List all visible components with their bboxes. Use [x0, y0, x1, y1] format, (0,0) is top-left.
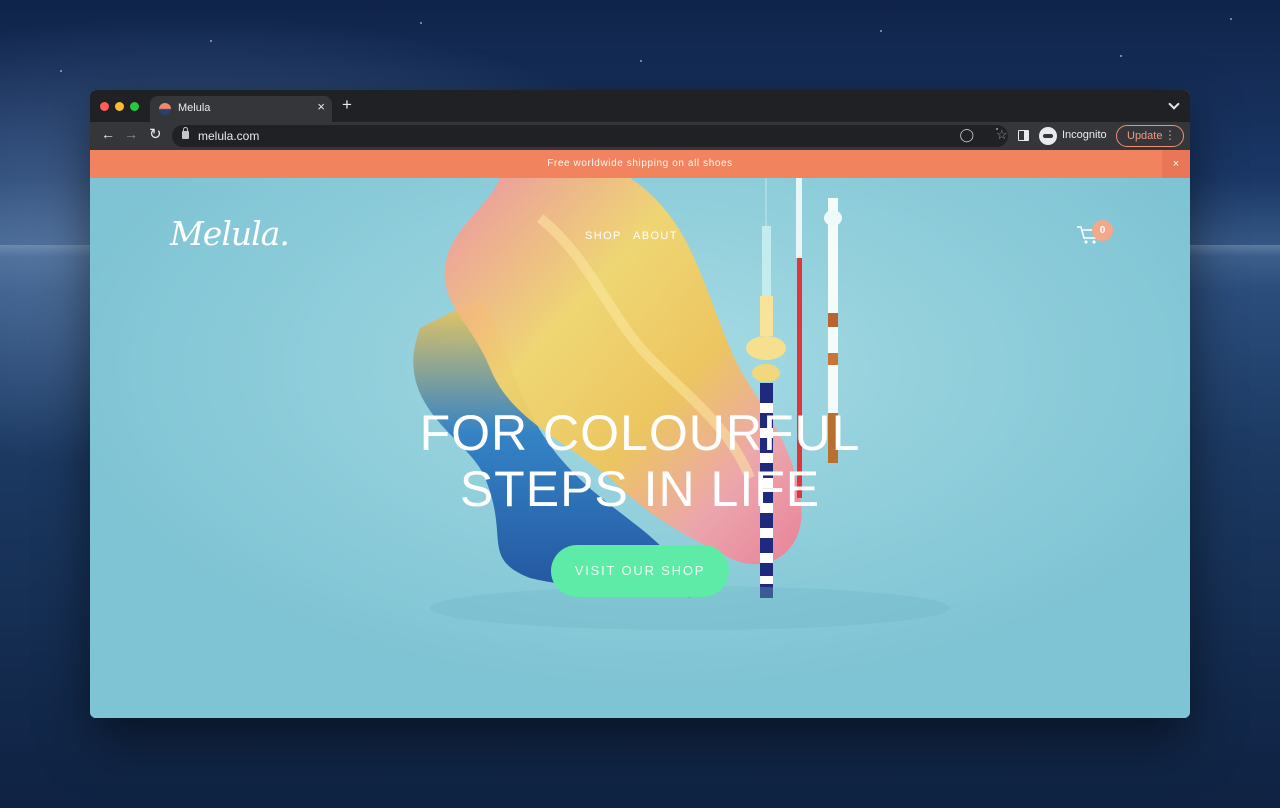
eye-off-icon[interactable]: ◯ — [959, 128, 974, 141]
zoom-window-button[interactable] — [130, 102, 139, 111]
reload-button[interactable]: ↻ — [149, 127, 162, 142]
close-window-button[interactable] — [100, 102, 109, 111]
lock-icon[interactable] — [182, 127, 189, 139]
spindle-top — [762, 226, 771, 296]
visit-shop-button[interactable]: VISIT OUR SHOP — [551, 545, 729, 597]
hero-headline-line-2: STEPS IN LIFE — [459, 461, 821, 517]
wallpaper-star — [60, 70, 62, 72]
star-icon[interactable]: ☆ — [996, 128, 1008, 141]
arrow-right-icon: → — [124, 126, 138, 142]
browser-toolbar: ← → ↻ melula.com ◯ ☆ Incognito Update ⋮ — [90, 122, 1190, 150]
update-label: Update — [1127, 130, 1163, 142]
address-bar[interactable]: melula.com ◯ ☆ — [172, 125, 1008, 147]
incognito-icon[interactable] — [1039, 127, 1057, 145]
wallpaper-star — [1230, 18, 1232, 20]
hero-section: Melula. SHOP ABOUT 0 FOR COLOURFUL STEPS… — [90, 178, 1190, 718]
spindle-knob — [746, 336, 786, 360]
nav-about-link[interactable]: ABOUT — [633, 230, 678, 242]
kebab-icon: ⋮ — [1164, 128, 1176, 142]
url-text[interactable]: melula.com — [198, 129, 259, 143]
nav-shop-link[interactable]: SHOP — [585, 230, 622, 242]
side-panel-icon[interactable] — [1018, 130, 1029, 141]
spindle-white — [796, 178, 802, 258]
melula-favicon-icon — [159, 103, 171, 115]
announcement-close-button[interactable]: × — [1162, 150, 1190, 178]
tab-close-button[interactable]: × — [317, 100, 325, 113]
wallpaper-star — [420, 22, 422, 24]
tab-strip: Melula × + — [90, 90, 1190, 122]
visit-shop-label: VISIT OUR SHOP — [574, 563, 706, 578]
reload-icon: ↻ — [149, 126, 162, 143]
incognito-label[interactable]: Incognito — [1062, 129, 1107, 141]
back-button[interactable]: ← — [101, 127, 115, 141]
arrow-left-icon: ← — [101, 126, 115, 142]
tab-search-chevron-icon[interactable] — [1168, 98, 1180, 110]
wallpaper-star — [210, 40, 212, 42]
update-button[interactable]: Update ⋮ — [1116, 125, 1184, 147]
cart-count-badge[interactable]: 0 — [1092, 220, 1113, 241]
minimize-window-button[interactable] — [115, 102, 124, 111]
melula-logo[interactable]: Melula. — [170, 214, 290, 253]
wallpaper-star — [1120, 55, 1122, 57]
tab-title: Melula — [178, 102, 211, 114]
spindle-knob — [752, 364, 780, 382]
wallpaper-star — [880, 30, 882, 32]
new-tab-button[interactable]: + — [342, 96, 352, 113]
announcement-text: Free worldwide shipping on all shoes — [547, 158, 733, 169]
forward-button[interactable]: → — [124, 127, 138, 141]
announcement-bar: Free worldwide shipping on all shoes × — [90, 150, 1190, 178]
hero-headline-line-1: FOR COLOURFUL — [419, 405, 861, 461]
browser-window: Melula × + ← → ↻ melula.com ◯ ☆ Incognit… — [90, 90, 1190, 718]
wallpaper-star — [640, 60, 642, 62]
tab-melula[interactable]: Melula × — [150, 96, 332, 122]
spindle-yellow — [760, 296, 773, 336]
